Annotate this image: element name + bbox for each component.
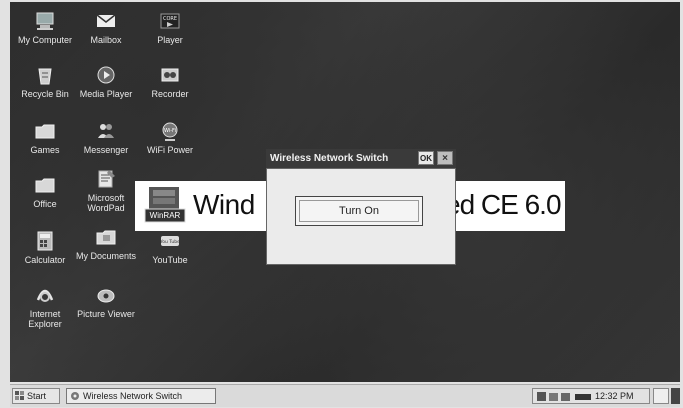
desktop-icon-label: Recycle Bin	[21, 89, 69, 99]
network-icon	[537, 392, 546, 401]
core-player-icon: CORE	[159, 10, 181, 32]
recycle-bin-icon	[34, 64, 56, 86]
desktop-icon-office[interactable]: Office	[13, 174, 77, 209]
input-panel-button[interactable]	[671, 388, 680, 404]
wifi-power-icon: Wi-Fi	[159, 120, 181, 142]
taskbar-item-label: Wireless Network Switch	[83, 391, 183, 401]
turn-on-button[interactable]: Turn On	[295, 196, 423, 226]
youtube-icon: You Tube	[159, 230, 181, 252]
start-label: Start	[27, 391, 47, 401]
media-player-icon	[95, 64, 117, 86]
desktop-icon-wordpad[interactable]: Microsoft WordPad	[74, 168, 138, 213]
folder-icon	[34, 174, 56, 196]
desktop-icon-recycle-bin[interactable]: Recycle Bin	[13, 64, 77, 99]
picture-viewer-icon	[95, 284, 117, 306]
folder-icon	[95, 226, 117, 248]
show-desktop-button[interactable]	[653, 388, 669, 404]
wireless-network-switch-dialog: Wireless Network Switch OK × Turn On	[266, 149, 456, 265]
banner-text-left: Wind	[193, 189, 255, 220]
windows-flag-icon	[15, 391, 24, 400]
volume-icon	[561, 393, 570, 401]
screen-frame: My Computer Recycle Bin Games Office Cal	[0, 0, 683, 408]
winrar-icon[interactable]: WinRAR	[143, 185, 187, 225]
folder-icon	[34, 120, 56, 142]
winrar-label: WinRAR	[150, 211, 181, 220]
desktop-icon-calculator[interactable]: Calculator	[13, 230, 77, 265]
internet-explorer-icon	[34, 284, 56, 306]
desktop-icon-player[interactable]: CORE Player	[138, 10, 202, 45]
dialog-body: Turn On	[266, 168, 456, 265]
desktop-icon-label: YouTube	[152, 255, 188, 265]
desktop-icon-games[interactable]: Games	[13, 120, 77, 155]
wordpad-icon	[95, 168, 117, 190]
desktop-icon-label: WiFi Power	[146, 145, 193, 155]
desktop-icon-label: Messenger	[83, 145, 129, 155]
wifi-badge-text: Wi-Fi	[164, 128, 176, 134]
tray-icons[interactable]	[537, 391, 593, 402]
desktop-icon-my-documents[interactable]: My Documents	[74, 226, 138, 261]
youtube-badge-text: You Tube	[159, 239, 180, 245]
desktop-icon-label: Media Player	[79, 89, 133, 99]
battery-icon	[575, 394, 591, 400]
desktop-icon-messenger[interactable]: Messenger	[74, 120, 138, 155]
desktop-icon-label: Mailbox	[90, 35, 122, 45]
mailbox-icon	[95, 10, 117, 32]
desktop-icon-label: Recorder	[151, 89, 189, 99]
desktop-icon-mailbox[interactable]: Mailbox	[74, 10, 138, 45]
desktop-icon-label: Office	[33, 199, 57, 209]
taskbar-item-wireless-network-switch[interactable]: Wireless Network Switch	[66, 388, 216, 404]
messenger-icon	[95, 120, 117, 142]
my-computer-icon	[34, 10, 56, 32]
desktop-icon-label: My Documents	[75, 251, 137, 261]
dialog-title: Wireless Network Switch	[270, 153, 389, 164]
banner-text-right: ed CE 6.0	[445, 189, 562, 220]
desktop[interactable]: My Computer Recycle Bin Games Office Cal	[10, 2, 680, 382]
desktop-icon-label: My Computer	[17, 35, 72, 45]
desktop-icon-label: Internet Explorer	[28, 309, 62, 329]
desktop-icon-picture-viewer[interactable]: Picture Viewer	[74, 284, 138, 319]
calculator-icon	[34, 230, 56, 252]
desktop-icon-recorder[interactable]: Recorder	[138, 64, 202, 99]
desktop-icon-internet-explorer[interactable]: Internet Explorer	[13, 284, 77, 329]
core-badge-text: CORE	[163, 16, 177, 22]
system-tray: 12:32 PM	[532, 388, 650, 404]
usb-icon	[549, 393, 558, 401]
ok-button[interactable]: OK	[418, 151, 434, 165]
desktop-icon-wifi-power[interactable]: Wi-Fi WiFi Power	[138, 120, 202, 155]
start-button[interactable]: Start	[12, 388, 60, 404]
desktop-icon-label: Player	[157, 35, 183, 45]
desktop-icon-label: Calculator	[24, 255, 66, 265]
taskbar: Start Wireless Network Switch 12:32 PM	[10, 384, 680, 407]
desktop-icon-youtube[interactable]: You Tube YouTube	[138, 230, 202, 265]
close-button[interactable]: ×	[437, 151, 453, 165]
wireless-icon	[71, 392, 79, 400]
recorder-icon	[159, 64, 181, 86]
desktop-icon-media-player[interactable]: Media Player	[74, 64, 138, 99]
desktop-icon-label: Microsoft WordPad	[87, 193, 125, 213]
clock[interactable]: 12:32 PM	[595, 389, 634, 403]
desktop-icon-label: Picture Viewer	[77, 309, 135, 319]
desktop-icon-my-computer[interactable]: My Computer	[13, 10, 77, 45]
desktop-icon-label: Games	[30, 145, 60, 155]
dialog-title-bar[interactable]: Wireless Network Switch OK ×	[266, 149, 456, 168]
